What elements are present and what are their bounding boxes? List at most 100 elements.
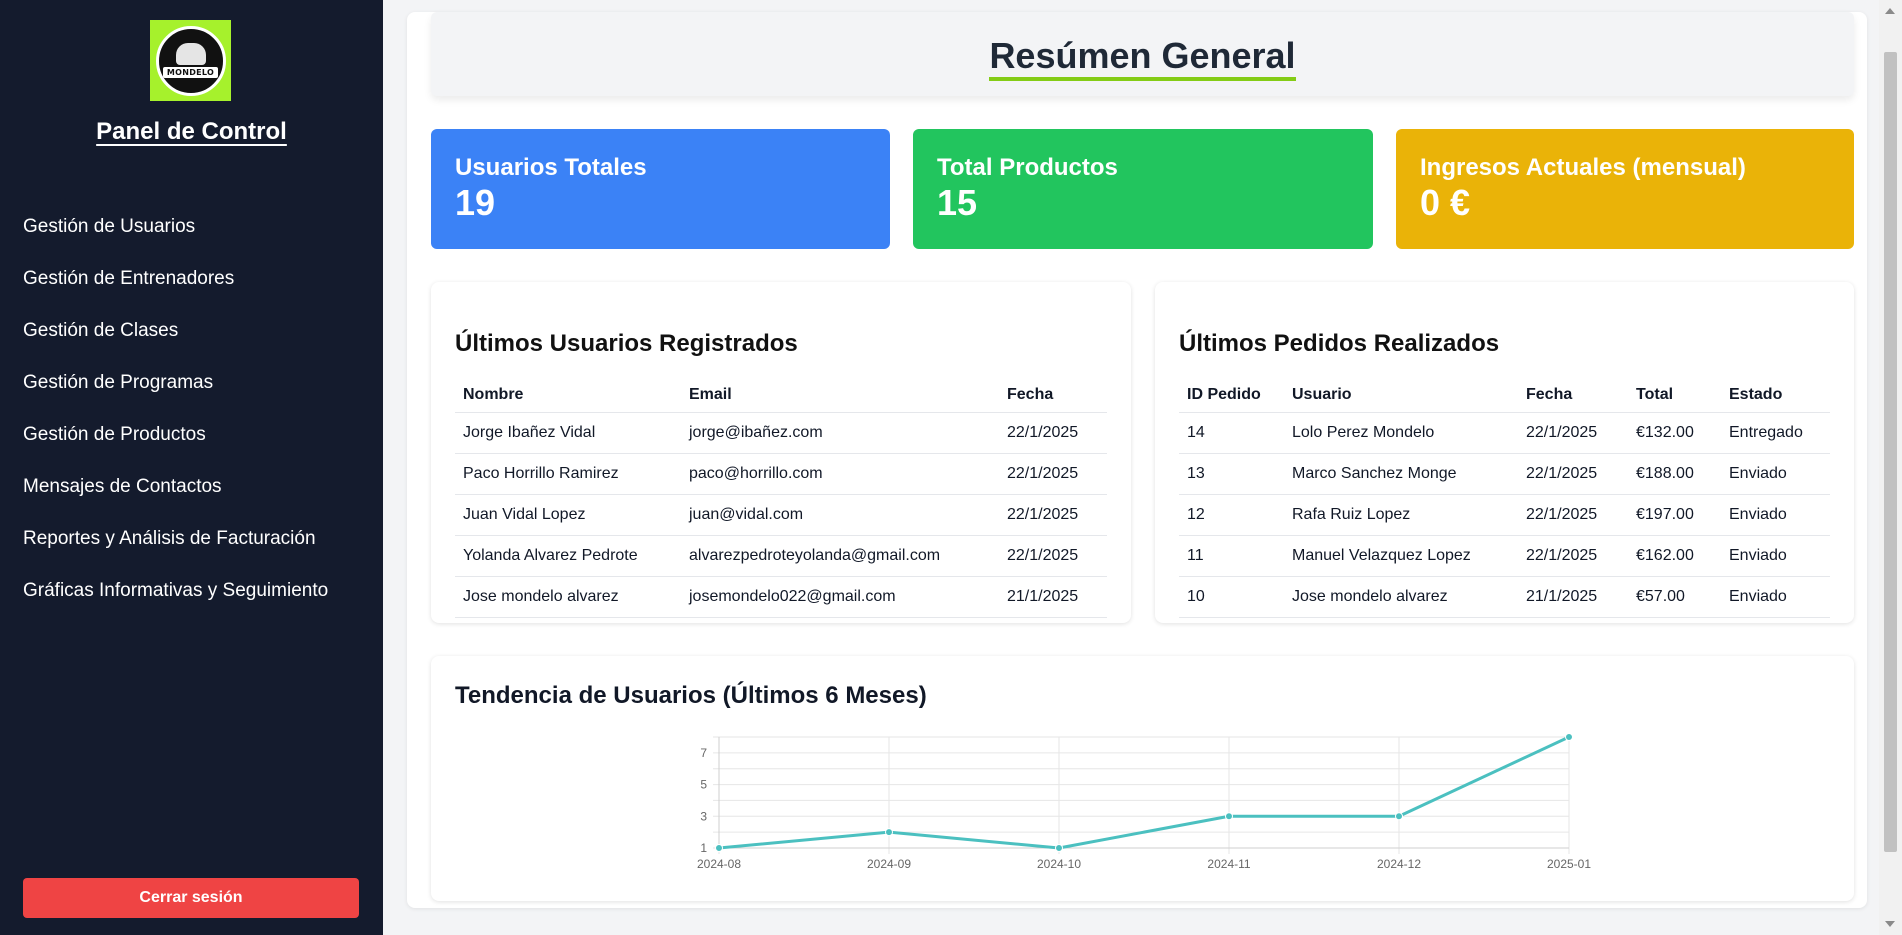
- user-email: jorge@ibañez.com: [681, 412, 999, 454]
- order-id: 11: [1179, 535, 1284, 577]
- sidebar-item-usuarios[interactable]: Gestión de Usuarios: [23, 209, 328, 261]
- user-date: 22/1/2025: [999, 412, 1107, 454]
- logo-text: MONDELO: [162, 67, 219, 78]
- scrollbar-thumb[interactable]: [1884, 52, 1897, 852]
- table-header-row: ID Pedido Usuario Fecha Total Estado: [1179, 378, 1830, 413]
- data-point: [715, 844, 723, 852]
- order-user: Jose mondelo alvarez: [1284, 576, 1518, 618]
- order-total: €197.00: [1628, 494, 1721, 536]
- latest-orders-table: ID Pedido Usuario Fecha Total Estado 14 …: [1179, 378, 1830, 618]
- y-tick-label: 5: [700, 778, 707, 792]
- table-row: Jorge Ibañez Vidal jorge@ibañez.com 22/1…: [455, 412, 1107, 454]
- table-header-row: Nombre Email Fecha: [455, 378, 1107, 413]
- user-name: Paco Horrillo Ramirez: [455, 453, 681, 495]
- stat-label: Usuarios Totales: [455, 154, 647, 181]
- user-date: 22/1/2025: [999, 494, 1107, 536]
- column-header: Fecha: [1518, 378, 1628, 413]
- latest-orders-card: Últimos Pedidos Realizados ID Pedido Usu…: [1155, 282, 1854, 623]
- panel-title: Panel de Control: [96, 118, 287, 145]
- column-header: Estado: [1721, 378, 1830, 413]
- users-trend-card: Tendencia de Usuarios (Últimos 6 Meses) …: [431, 656, 1854, 901]
- table-row: Jose mondelo alvarez josemondelo022@gmai…: [455, 576, 1107, 618]
- order-id: 14: [1179, 412, 1284, 454]
- user-date: 22/1/2025: [999, 535, 1107, 577]
- table-row: Juan Vidal Lopez juan@vidal.com 22/1/202…: [455, 494, 1107, 536]
- y-tick-label: 7: [700, 746, 707, 760]
- stat-value: 0 €: [1420, 182, 1471, 223]
- order-user: Lolo Perez Mondelo: [1284, 412, 1518, 454]
- sidebar-item-productos[interactable]: Gestión de Productos: [23, 417, 328, 469]
- sidebar-item-clases[interactable]: Gestión de Clases: [23, 313, 328, 365]
- stat-value: 15: [937, 182, 978, 223]
- data-point: [885, 828, 893, 837]
- sidebar-item-programas[interactable]: Gestión de Programas: [23, 365, 328, 417]
- sidebar-item-reportes[interactable]: Reportes y Análisis de Facturación: [23, 521, 328, 573]
- series-line: [718, 735, 1570, 850]
- logo-badge: MONDELO: [155, 25, 226, 96]
- order-total: €188.00: [1628, 453, 1721, 495]
- order-total: €57.00: [1628, 576, 1721, 618]
- order-status: Enviado: [1721, 576, 1830, 618]
- order-total: €132.00: [1628, 412, 1721, 454]
- table-row: 14 Lolo Perez Mondelo 22/1/2025 €132.00 …: [1179, 412, 1830, 454]
- x-tick-label: 2024-08: [697, 857, 741, 871]
- data-point: [1225, 812, 1233, 821]
- page-header: Resúmen General: [431, 12, 1854, 96]
- user-date: 21/1/2025: [999, 576, 1107, 618]
- scroll-down-arrow-icon[interactable]: [1885, 921, 1895, 927]
- table-row: Paco Horrillo Ramirez paco@horrillo.com …: [455, 453, 1107, 495]
- users-trend-chart: 1 3 5 7 2024-08 2024-09 2024-10 2024-11 2024-12 2…: [697, 733, 1591, 871]
- order-status: Enviado: [1721, 494, 1830, 536]
- table-row: Yolanda Alvarez Pedrote alvarezpedroteyo…: [455, 535, 1107, 577]
- latest-orders-title: Últimos Pedidos Realizados: [1179, 330, 1500, 357]
- data-point: [1055, 844, 1063, 852]
- order-date: 22/1/2025: [1518, 535, 1628, 577]
- x-tick-label: 2024-11: [1207, 857, 1250, 871]
- stat-card-usuarios: Usuarios Totales 19: [431, 129, 890, 249]
- sidebar-item-graficas[interactable]: Gráficas Informativas y Seguimiento: [23, 573, 328, 625]
- column-header: Nombre: [455, 378, 681, 413]
- column-header: Email: [681, 378, 999, 413]
- column-header: Total: [1628, 378, 1721, 413]
- order-date: 22/1/2025: [1518, 494, 1628, 536]
- sidebar: MONDELO Panel de Control Gestión de Usua…: [0, 0, 383, 935]
- order-id: 12: [1179, 494, 1284, 536]
- x-tick-label: 2024-10: [1037, 857, 1081, 871]
- user-name: Juan Vidal Lopez: [455, 494, 681, 536]
- sidebar-item-mensajes[interactable]: Mensajes de Contactos: [23, 469, 328, 521]
- x-tick-label: 2025-01: [1547, 857, 1591, 871]
- user-email: paco@horrillo.com: [681, 453, 999, 495]
- latest-users-table: Nombre Email Fecha Jorge Ibañez Vidal jo…: [455, 378, 1107, 618]
- latest-users-card: Últimos Usuarios Registrados Nombre Emai…: [431, 282, 1131, 623]
- user-email: juan@vidal.com: [681, 494, 999, 536]
- table-row: 11 Manuel Velazquez Lopez 22/1/2025 €162…: [1179, 535, 1830, 577]
- logout-button[interactable]: Cerrar sesión: [23, 878, 359, 918]
- page-scrollbar[interactable]: [1879, 0, 1902, 935]
- table-row: 10 Jose mondelo alvarez 21/1/2025 €57.00…: [1179, 576, 1830, 618]
- column-header: Usuario: [1284, 378, 1518, 413]
- logo-figure-icon: [175, 43, 206, 65]
- stat-label: Total Productos: [937, 154, 1118, 181]
- order-id: 13: [1179, 453, 1284, 495]
- order-user: Marco Sanchez Monge: [1284, 453, 1518, 495]
- order-status: Enviado: [1721, 453, 1830, 495]
- user-email: alvarezpedroteyolanda@gmail.com: [681, 535, 999, 577]
- latest-users-title: Últimos Usuarios Registrados: [455, 330, 798, 357]
- order-status: Entregado: [1721, 412, 1830, 454]
- order-id: 10: [1179, 576, 1284, 618]
- order-date: 22/1/2025: [1518, 453, 1628, 495]
- user-name: Jose mondelo alvarez: [455, 576, 681, 618]
- column-header: ID Pedido: [1179, 378, 1284, 413]
- scroll-up-arrow-icon[interactable]: [1885, 8, 1895, 14]
- table-row: 12 Rafa Ruiz Lopez 22/1/2025 €197.00 Env…: [1179, 494, 1830, 536]
- stat-card-ingresos: Ingresos Actuales (mensual) 0 €: [1396, 129, 1854, 249]
- x-tick-label: 2024-09: [867, 857, 911, 871]
- stat-value: 19: [455, 182, 496, 223]
- order-date: 21/1/2025: [1518, 576, 1628, 618]
- table-row: 13 Marco Sanchez Monge 22/1/2025 €188.00…: [1179, 453, 1830, 495]
- data-point: [1395, 812, 1403, 821]
- sidebar-item-entrenadores[interactable]: Gestión de Entrenadores: [23, 261, 328, 313]
- order-user: Rafa Ruiz Lopez: [1284, 494, 1518, 536]
- user-name: Yolanda Alvarez Pedrote: [455, 535, 681, 577]
- brand-logo: MONDELO: [150, 20, 231, 101]
